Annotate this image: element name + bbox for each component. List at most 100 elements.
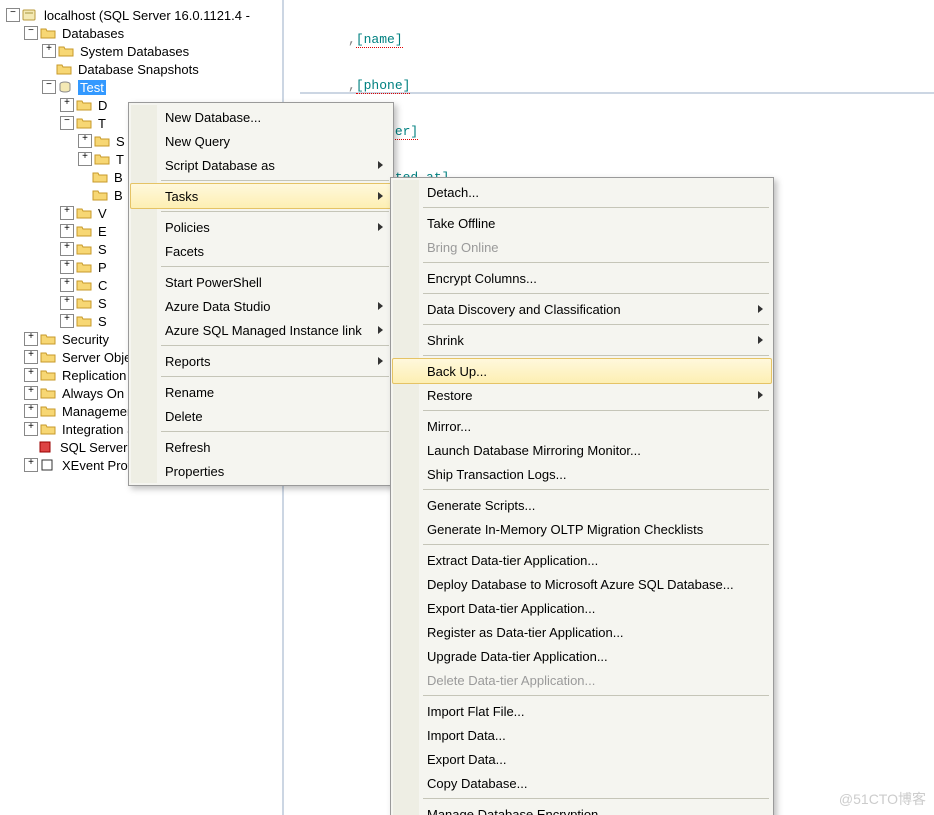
menu-separator (161, 180, 389, 181)
expand-icon[interactable]: + (60, 296, 74, 310)
menu-launch-mirroring-monitor[interactable]: Launch Database Mirroring Monitor... (393, 438, 771, 462)
collapse-icon[interactable]: − (60, 116, 74, 130)
collapse-icon[interactable]: − (24, 26, 38, 40)
expand-icon[interactable]: + (78, 152, 92, 166)
agent-icon (38, 440, 54, 454)
menu-azure-sql-mi-link[interactable]: Azure SQL Managed Instance link (131, 318, 391, 342)
menu-export-dta[interactable]: Export Data-tier Application... (393, 596, 771, 620)
menu-script-database-as[interactable]: Script Database as (131, 153, 391, 177)
tree-label: C (96, 278, 109, 293)
menu-tasks[interactable]: Tasks (130, 183, 392, 209)
expand-icon[interactable]: + (60, 314, 74, 328)
expand-icon[interactable]: + (78, 134, 92, 148)
menu-import-flat-file[interactable]: Import Flat File... (393, 699, 771, 723)
tree-node-databases[interactable]: − Databases (0, 24, 282, 42)
menu-policies[interactable]: Policies (131, 215, 391, 239)
database-context-menu: New Database... New Query Script Databas… (128, 102, 394, 486)
menu-data-discovery-classification[interactable]: Data Discovery and Classification (393, 297, 771, 321)
folder-icon (40, 404, 56, 418)
tree-node-server[interactable]: − localhost (SQL Server 16.0.1121.4 - (0, 6, 282, 24)
menu-label: Azure Data Studio (165, 299, 271, 314)
menu-label: Upgrade Data-tier Application... (427, 649, 608, 664)
menu-register-dta[interactable]: Register as Data-tier Application... (393, 620, 771, 644)
expand-icon[interactable]: + (24, 350, 38, 364)
menu-label: Bring Online (427, 240, 499, 255)
folder-icon (76, 260, 92, 274)
menu-shrink[interactable]: Shrink (393, 328, 771, 352)
folder-icon (76, 206, 92, 220)
menu-properties[interactable]: Properties (131, 459, 391, 483)
editor-line: ,[phone] (300, 78, 934, 94)
menu-export-data[interactable]: Export Data... (393, 747, 771, 771)
submenu-arrow-icon (758, 391, 763, 399)
expand-icon[interactable]: + (24, 458, 38, 472)
expand-icon[interactable]: + (60, 224, 74, 238)
menu-copy-database[interactable]: Copy Database... (393, 771, 771, 795)
menu-back-up[interactable]: Back Up... (392, 358, 772, 384)
menu-take-offline[interactable]: Take Offline (393, 211, 771, 235)
folder-icon (40, 422, 56, 436)
collapse-icon[interactable]: − (42, 80, 56, 94)
menu-ship-transaction-logs[interactable]: Ship Transaction Logs... (393, 462, 771, 486)
tree-node-test-db[interactable]: − Test (0, 78, 282, 96)
tree-label: V (96, 206, 109, 221)
menu-label: New Query (165, 134, 230, 149)
expand-icon[interactable]: + (60, 242, 74, 256)
menu-new-query[interactable]: New Query (131, 129, 391, 153)
menu-mirror[interactable]: Mirror... (393, 414, 771, 438)
menu-separator (423, 544, 769, 545)
menu-encrypt-columns[interactable]: Encrypt Columns... (393, 266, 771, 290)
expand-icon[interactable]: + (60, 260, 74, 274)
editor-line: ,[gender] (300, 124, 934, 140)
menu-deploy-azure[interactable]: Deploy Database to Microsoft Azure SQL D… (393, 572, 771, 596)
menu-azure-data-studio[interactable]: Azure Data Studio (131, 294, 391, 318)
menu-label: New Database... (165, 110, 261, 125)
tree-label: B (112, 170, 125, 185)
menu-label: Generate Scripts... (427, 498, 535, 513)
menu-detach[interactable]: Detach... (393, 180, 771, 204)
folder-icon (76, 314, 92, 328)
menu-generate-imoltp[interactable]: Generate In-Memory OLTP Migration Checkl… (393, 517, 771, 541)
menu-generate-scripts[interactable]: Generate Scripts... (393, 493, 771, 517)
expand-icon[interactable]: + (24, 386, 38, 400)
menu-refresh[interactable]: Refresh (131, 435, 391, 459)
menu-rename[interactable]: Rename (131, 380, 391, 404)
tree-node-snapshots[interactable]: Database Snapshots (0, 60, 282, 78)
menu-label: Ship Transaction Logs... (427, 467, 566, 482)
tree-label: Replication (60, 368, 128, 383)
tree-label: D (96, 98, 109, 113)
menu-import-data[interactable]: Import Data... (393, 723, 771, 747)
sql-editor[interactable]: ,[name] ,[phone] ,[gender] ,[created_at]… (300, 0, 934, 94)
submenu-arrow-icon (758, 305, 763, 313)
menu-label: Start PowerShell (165, 275, 262, 290)
expand-icon[interactable]: + (24, 422, 38, 436)
menu-separator (161, 211, 389, 212)
expand-icon[interactable]: + (60, 278, 74, 292)
menu-separator (423, 324, 769, 325)
expand-icon[interactable]: + (60, 98, 74, 112)
expand-icon[interactable]: + (24, 404, 38, 418)
folder-icon (94, 134, 110, 148)
expand-icon[interactable]: + (24, 368, 38, 382)
folder-icon (76, 242, 92, 256)
menu-new-database[interactable]: New Database... (131, 105, 391, 129)
tree-node-system-databases[interactable]: + System Databases (0, 42, 282, 60)
collapse-icon[interactable]: − (6, 8, 20, 22)
tree-label-selected: Test (78, 80, 106, 95)
menu-facets[interactable]: Facets (131, 239, 391, 263)
menu-delete[interactable]: Delete (131, 404, 391, 428)
menu-upgrade-dta[interactable]: Upgrade Data-tier Application... (393, 644, 771, 668)
expand-icon[interactable]: + (24, 332, 38, 346)
menu-start-powershell[interactable]: Start PowerShell (131, 270, 391, 294)
menu-label: Properties (165, 464, 224, 479)
menu-extract-dta[interactable]: Extract Data-tier Application... (393, 548, 771, 572)
menu-manage-encryption[interactable]: Manage Database Encryption... (393, 802, 771, 815)
expand-icon[interactable]: + (42, 44, 56, 58)
menu-restore[interactable]: Restore (393, 383, 771, 407)
expand-icon[interactable]: + (60, 206, 74, 220)
menu-separator (423, 489, 769, 490)
menu-reports[interactable]: Reports (131, 349, 391, 373)
menu-label: Script Database as (165, 158, 275, 173)
tree-label: P (96, 260, 109, 275)
database-icon (58, 80, 74, 94)
